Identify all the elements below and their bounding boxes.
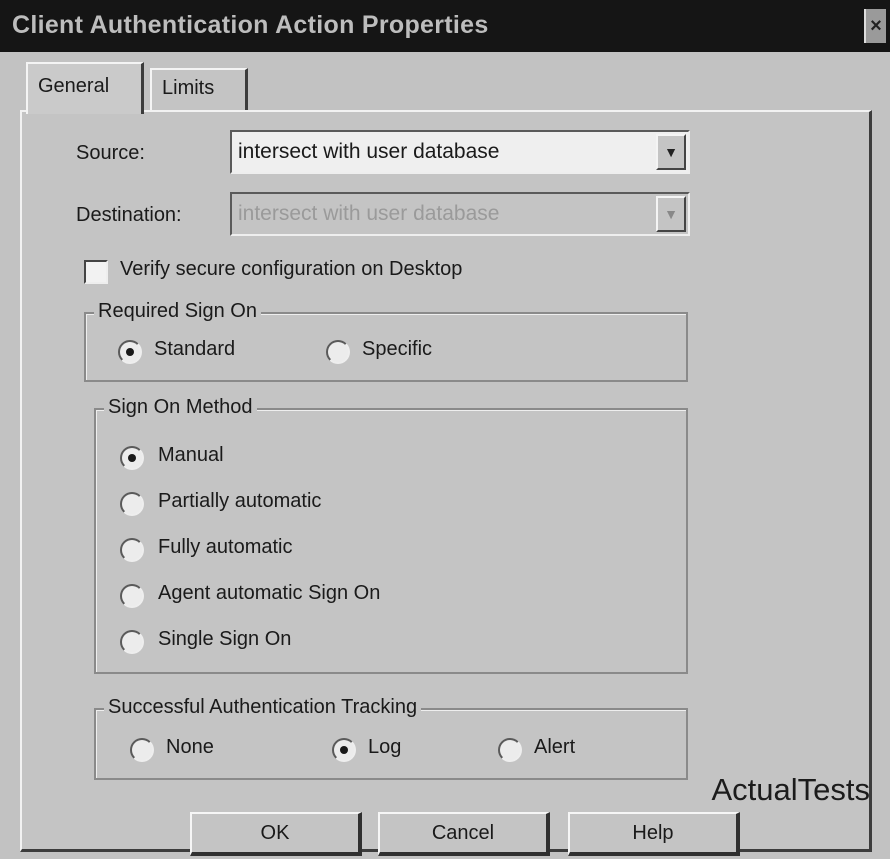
destination-label: Destination: — [76, 204, 182, 226]
alert-radio[interactable] — [498, 738, 522, 762]
sign-on-method-group: Sign On Method Manual Partially automati… — [94, 396, 688, 674]
watermark: ActualTests — [711, 772, 870, 807]
log-label: Log — [368, 736, 402, 758]
specific-radio[interactable] — [326, 340, 350, 364]
agent-automatic-sign-on-label: Agent automatic Sign On — [158, 582, 381, 604]
partially-automatic-radio[interactable] — [120, 492, 144, 516]
agent-automatic-sign-on-radio[interactable] — [120, 584, 144, 608]
tab-general[interactable]: General — [26, 62, 144, 114]
source-dropdown[interactable]: intersect with user database ▼ — [230, 130, 690, 174]
window-title: Client Authentication Action Properties — [12, 11, 489, 39]
source-value: intersect with user database — [238, 140, 500, 163]
sign-on-method-title: Sign On Method — [104, 396, 257, 419]
cancel-button[interactable]: Cancel — [378, 812, 550, 856]
chevron-down-icon[interactable]: ▼ — [656, 134, 686, 170]
partially-automatic-label: Partially automatic — [158, 490, 322, 512]
auth-tracking-group: Successful Authentication Tracking None … — [94, 696, 688, 780]
required-sign-on-group: Required Sign On Standard Specific — [84, 300, 688, 382]
destination-dropdown: intersect with user database ▼ — [230, 192, 690, 236]
tab-panel-general: Source: intersect with user database ▼ D… — [20, 110, 872, 852]
none-radio[interactable] — [130, 738, 154, 762]
required-sign-on-title: Required Sign On — [94, 300, 261, 323]
alert-label: Alert — [534, 736, 576, 758]
auth-tracking-title: Successful Authentication Tracking — [104, 696, 422, 719]
single-sign-on-radio[interactable] — [120, 630, 144, 654]
close-icon[interactable]: × — [864, 9, 886, 43]
manual-radio[interactable] — [120, 446, 144, 470]
verify-secure-checkbox[interactable] — [84, 260, 108, 284]
log-radio[interactable] — [332, 738, 356, 762]
fully-automatic-radio[interactable] — [120, 538, 144, 562]
standard-label: Standard — [154, 338, 236, 360]
none-label: None — [166, 736, 214, 758]
help-button[interactable]: Help — [568, 812, 740, 856]
title-bar: Client Authentication Action Properties … — [0, 0, 890, 52]
destination-value: intersect with user database — [238, 202, 500, 225]
source-label: Source: — [76, 142, 145, 164]
single-sign-on-label: Single Sign On — [158, 628, 292, 650]
ok-button[interactable]: OK — [190, 812, 362, 856]
tab-limits[interactable]: Limits — [150, 68, 248, 110]
standard-radio[interactable] — [118, 340, 142, 364]
specific-label: Specific — [362, 338, 433, 360]
fully-automatic-label: Fully automatic — [158, 536, 293, 558]
dialog-body: General Limits Source: intersect with us… — [0, 52, 890, 859]
manual-label: Manual — [158, 444, 224, 466]
chevron-down-icon: ▼ — [656, 196, 686, 232]
verify-secure-label: Verify secure configuration on Desktop — [120, 258, 463, 280]
